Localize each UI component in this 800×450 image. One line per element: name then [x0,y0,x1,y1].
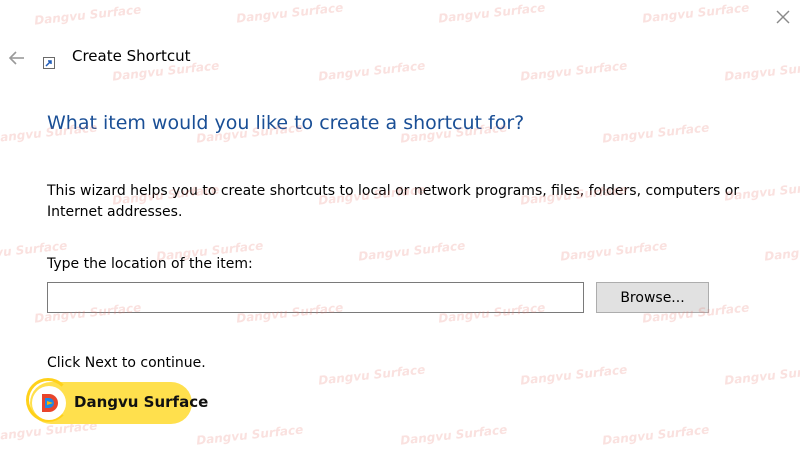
back-button[interactable] [6,47,28,69]
watermark: Dangvu Surface [559,238,668,264]
watermark: Dangvu Surface [601,120,710,146]
watermark: Dangvu Surface [519,362,628,388]
watermark: Dangvu Surface [399,422,508,448]
watermark: Dangvu Surface [33,2,142,28]
location-input[interactable] [47,282,584,313]
page-heading: What item would you like to create a sho… [47,112,525,134]
watermark: Dangvu Surface [641,0,750,26]
watermark: Dangvu Surface [317,362,426,388]
brand-logo-text: Dangvu Surface [74,393,209,411]
back-arrow-icon [8,51,24,65]
watermark: Dangvu Surface [723,362,800,388]
browse-button[interactable]: Browse... [596,282,709,313]
watermark: Dangvu Surface [357,238,466,264]
create-shortcut-dialog: Create Shortcut What item would you like… [0,0,800,450]
watermark: Dangvu Surface [519,58,628,84]
close-button[interactable] [770,4,796,30]
shortcut-icon [43,57,55,69]
wizard-description: This wizard helps you to create shortcut… [47,183,740,220]
watermark: Dangvu Surface [723,58,800,84]
watermark: Dangvu Surface [601,422,710,448]
watermark: Dangvu Surface [235,0,344,26]
continue-instruction: Click Next to continue. [47,355,206,371]
location-label: Type the location of the item: [47,256,253,272]
close-icon [776,10,790,24]
watermark: Dangvu Surface [195,422,304,448]
window-title: Create Shortcut [72,47,191,65]
watermark: Dangvu Surface [317,58,426,84]
watermark: Dangvu Surface [763,238,800,264]
dangvu-logo-icon [42,394,58,412]
watermark: Dangvu Surface [437,0,546,26]
